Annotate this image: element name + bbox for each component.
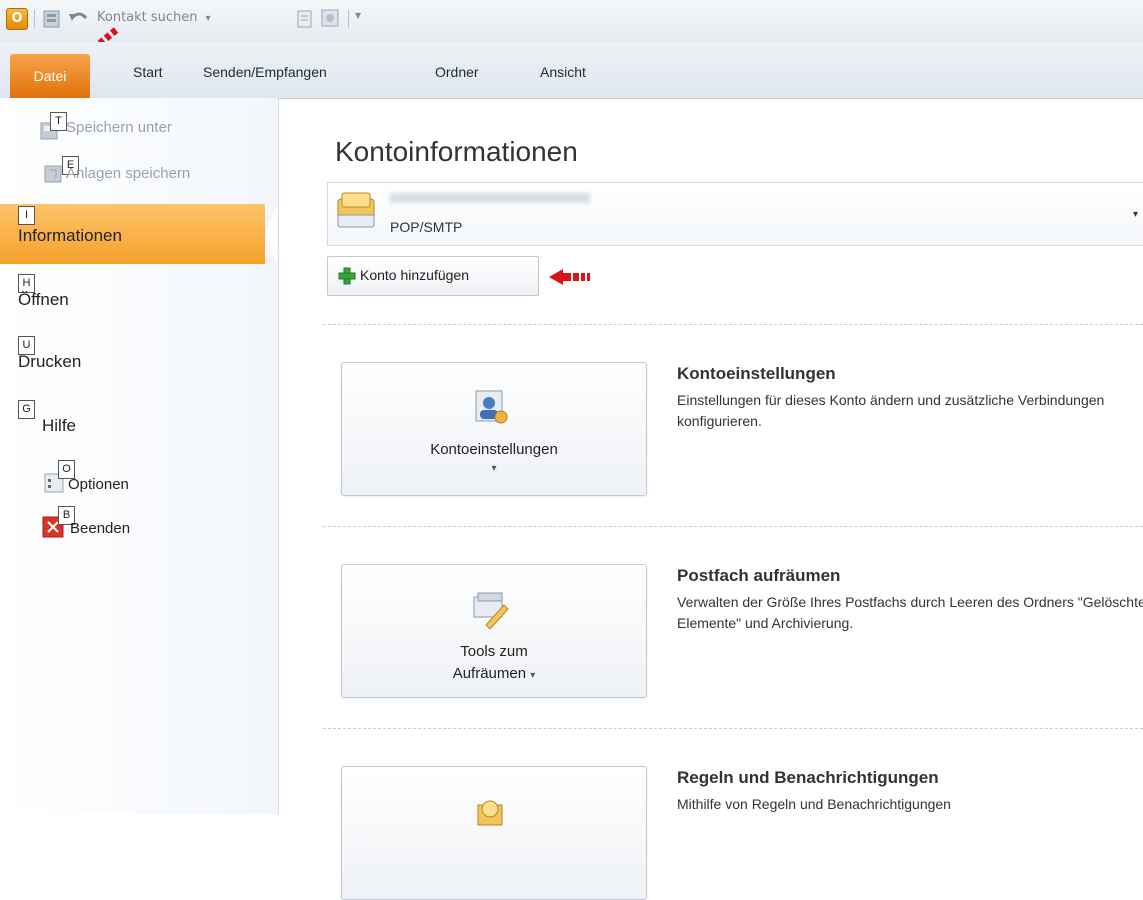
account-settings-button[interactable]: Kontoeinstellungen ▾ xyxy=(341,362,647,496)
rules-alerts-button[interactable] xyxy=(341,766,647,900)
add-account-label: Konto hinzufügen xyxy=(360,267,469,283)
mailbox-folder-icon xyxy=(337,192,375,228)
section-title: Postfach aufräumen xyxy=(677,566,841,585)
keytip-badge: T xyxy=(50,112,67,131)
contact-search-box[interactable]: Kontakt suchen ▾ xyxy=(97,10,211,25)
account-type: POP/SMTP xyxy=(390,219,463,235)
add-account-button[interactable]: Konto hinzufügen xyxy=(327,256,539,296)
account-selector[interactable]: POP/SMTP ▾ xyxy=(327,182,1143,246)
customize-toolbar-icon[interactable]: ▾ xyxy=(355,8,361,22)
section-divider xyxy=(323,324,1143,325)
ribbon-tab-bar: Datei Start Senden/Empfangen Ordner Ansi… xyxy=(0,42,1143,99)
sidebar-item-label: Optionen xyxy=(68,476,129,493)
annotation-arrow-icon xyxy=(549,269,590,285)
outlook-app-icon[interactable]: O xyxy=(6,8,28,30)
active-indicator xyxy=(265,204,277,264)
address-book-icon[interactable] xyxy=(296,9,314,29)
keytip-badge: I xyxy=(18,206,35,225)
section-description: Verwalten der Größe Ihres Postfachs durc… xyxy=(677,594,1143,631)
dropdown-caret-icon: ▾ xyxy=(1132,209,1138,220)
dropdown-caret-icon: ▾ xyxy=(530,670,536,681)
cleanup-tools-button[interactable]: Tools zum Aufräumen ▾ xyxy=(341,564,647,698)
sidebar-item-label: Drucken xyxy=(18,352,82,371)
tab-folder[interactable]: Ordner xyxy=(435,64,479,80)
section-description: Mithilfe von Regeln und Benachrichtigung… xyxy=(677,796,951,812)
section-description: Einstellungen für dieses Konto ändern un… xyxy=(677,392,1105,429)
toolbar-separator xyxy=(348,10,349,28)
tab-view[interactable]: Ansicht xyxy=(540,64,586,80)
tab-start[interactable]: Start xyxy=(133,64,163,80)
section-divider xyxy=(323,526,1143,527)
rules-icon xyxy=(477,800,503,826)
backstage-sidebar: T Speichern unter E Anlagen speichern I … xyxy=(0,98,279,814)
plus-icon xyxy=(338,267,356,285)
toolbar-separator xyxy=(34,10,35,28)
cleanup-tools-icon xyxy=(473,592,509,629)
account-email-redacted xyxy=(390,193,590,203)
tab-file[interactable]: Datei xyxy=(10,54,90,98)
cleanup-tools-button-label: Aufräumen ▾ xyxy=(452,665,536,682)
section-divider xyxy=(323,728,1143,729)
tab-send-receive[interactable]: Senden/Empfangen xyxy=(203,64,327,80)
quick-access-toolbar: O Kontakt suchen ▾ ▾ xyxy=(0,0,1143,70)
sidebar-item-label: Beenden xyxy=(70,520,131,537)
sidebar-item-label: Informationen xyxy=(18,226,122,245)
account-settings-icon xyxy=(475,390,508,424)
sidebar-item-label: Anlagen speichern xyxy=(66,165,191,182)
sidebar-item-label: Speichern unter xyxy=(66,119,172,136)
dropdown-caret-icon: ▾ xyxy=(491,463,497,474)
filter-email-icon[interactable] xyxy=(320,8,342,30)
sidebar-item-label: Öffnen xyxy=(18,290,69,309)
sidebar-item-label: Hilfe xyxy=(42,416,77,435)
account-info-panel: Kontoinformationen POP/SMTP ▾ Konto hinz… xyxy=(279,98,1143,900)
keytip-badge: G xyxy=(18,400,35,419)
section-title: Kontoeinstellungen xyxy=(677,364,836,383)
account-settings-button-label: Kontoeinstellungen xyxy=(430,441,558,458)
page-title: Kontoinformationen xyxy=(335,136,578,167)
section-title: Regeln und Benachrichtigungen xyxy=(677,768,939,787)
cleanup-tools-button-label: Tools zum xyxy=(460,643,528,660)
